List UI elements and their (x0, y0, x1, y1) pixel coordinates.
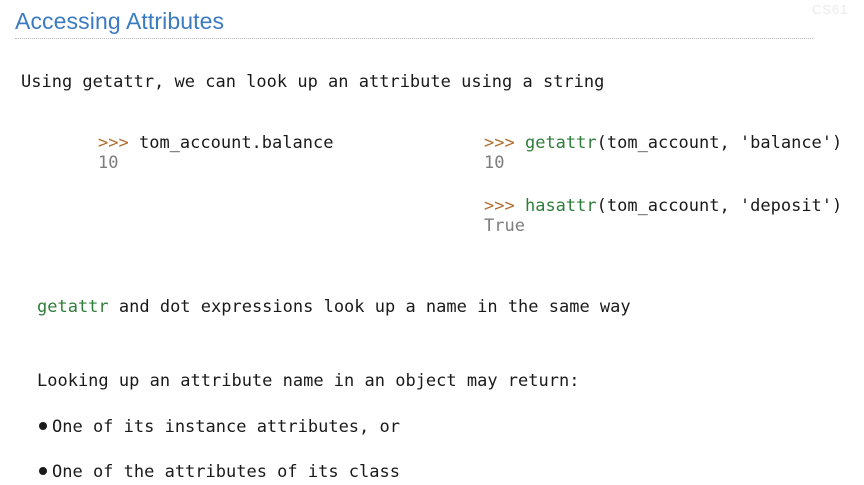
bullet-item: One of its instance attributes, or (39, 417, 400, 437)
left-example-output: 10 (98, 153, 119, 173)
bullet-icon (39, 467, 47, 475)
right-example-2-input: >>> hasattr(tom_account, 'deposit') (484, 196, 842, 216)
intro-text: Using getattr, we can look up an attribu… (21, 72, 605, 92)
prompt-symbol: >>> (98, 133, 129, 153)
watermark-logo: CS61 (812, 2, 849, 17)
prompt-symbol: >>> (484, 196, 515, 216)
left-example-input: >>> tom_account.balance (98, 133, 333, 153)
note-function-name: getattr (37, 297, 109, 317)
bullet-text: One of the attributes of its class (52, 462, 400, 482)
function-name: hasattr (524, 196, 597, 216)
slide: Accessing Attributes CS61 Using getattr,… (0, 0, 864, 485)
function-args: (tom_account, 'deposit') (596, 196, 843, 216)
right-example-1-output: 10 (484, 153, 505, 173)
left-example-expression: tom_account.balance (138, 133, 334, 153)
note-text: getattr and dot expressions look up a na… (37, 297, 631, 317)
title-divider (15, 38, 813, 39)
right-example-1-input: >>> getattr(tom_account, 'balance') (484, 133, 842, 153)
bullet-item: One of the attributes of its class (39, 462, 400, 482)
function-args: (tom_account, 'balance') (596, 133, 843, 153)
note-rest: and dot expressions look up a name in th… (108, 297, 631, 317)
lookup-heading: Looking up an attribute name in an objec… (37, 371, 580, 391)
prompt-symbol: >>> (484, 133, 515, 153)
bullet-text: One of its instance attributes, or (52, 417, 400, 437)
slide-title: Accessing Attributes (15, 8, 225, 34)
bullet-icon (39, 422, 47, 430)
function-name: getattr (524, 133, 597, 153)
right-example-2-output: True (484, 216, 525, 236)
